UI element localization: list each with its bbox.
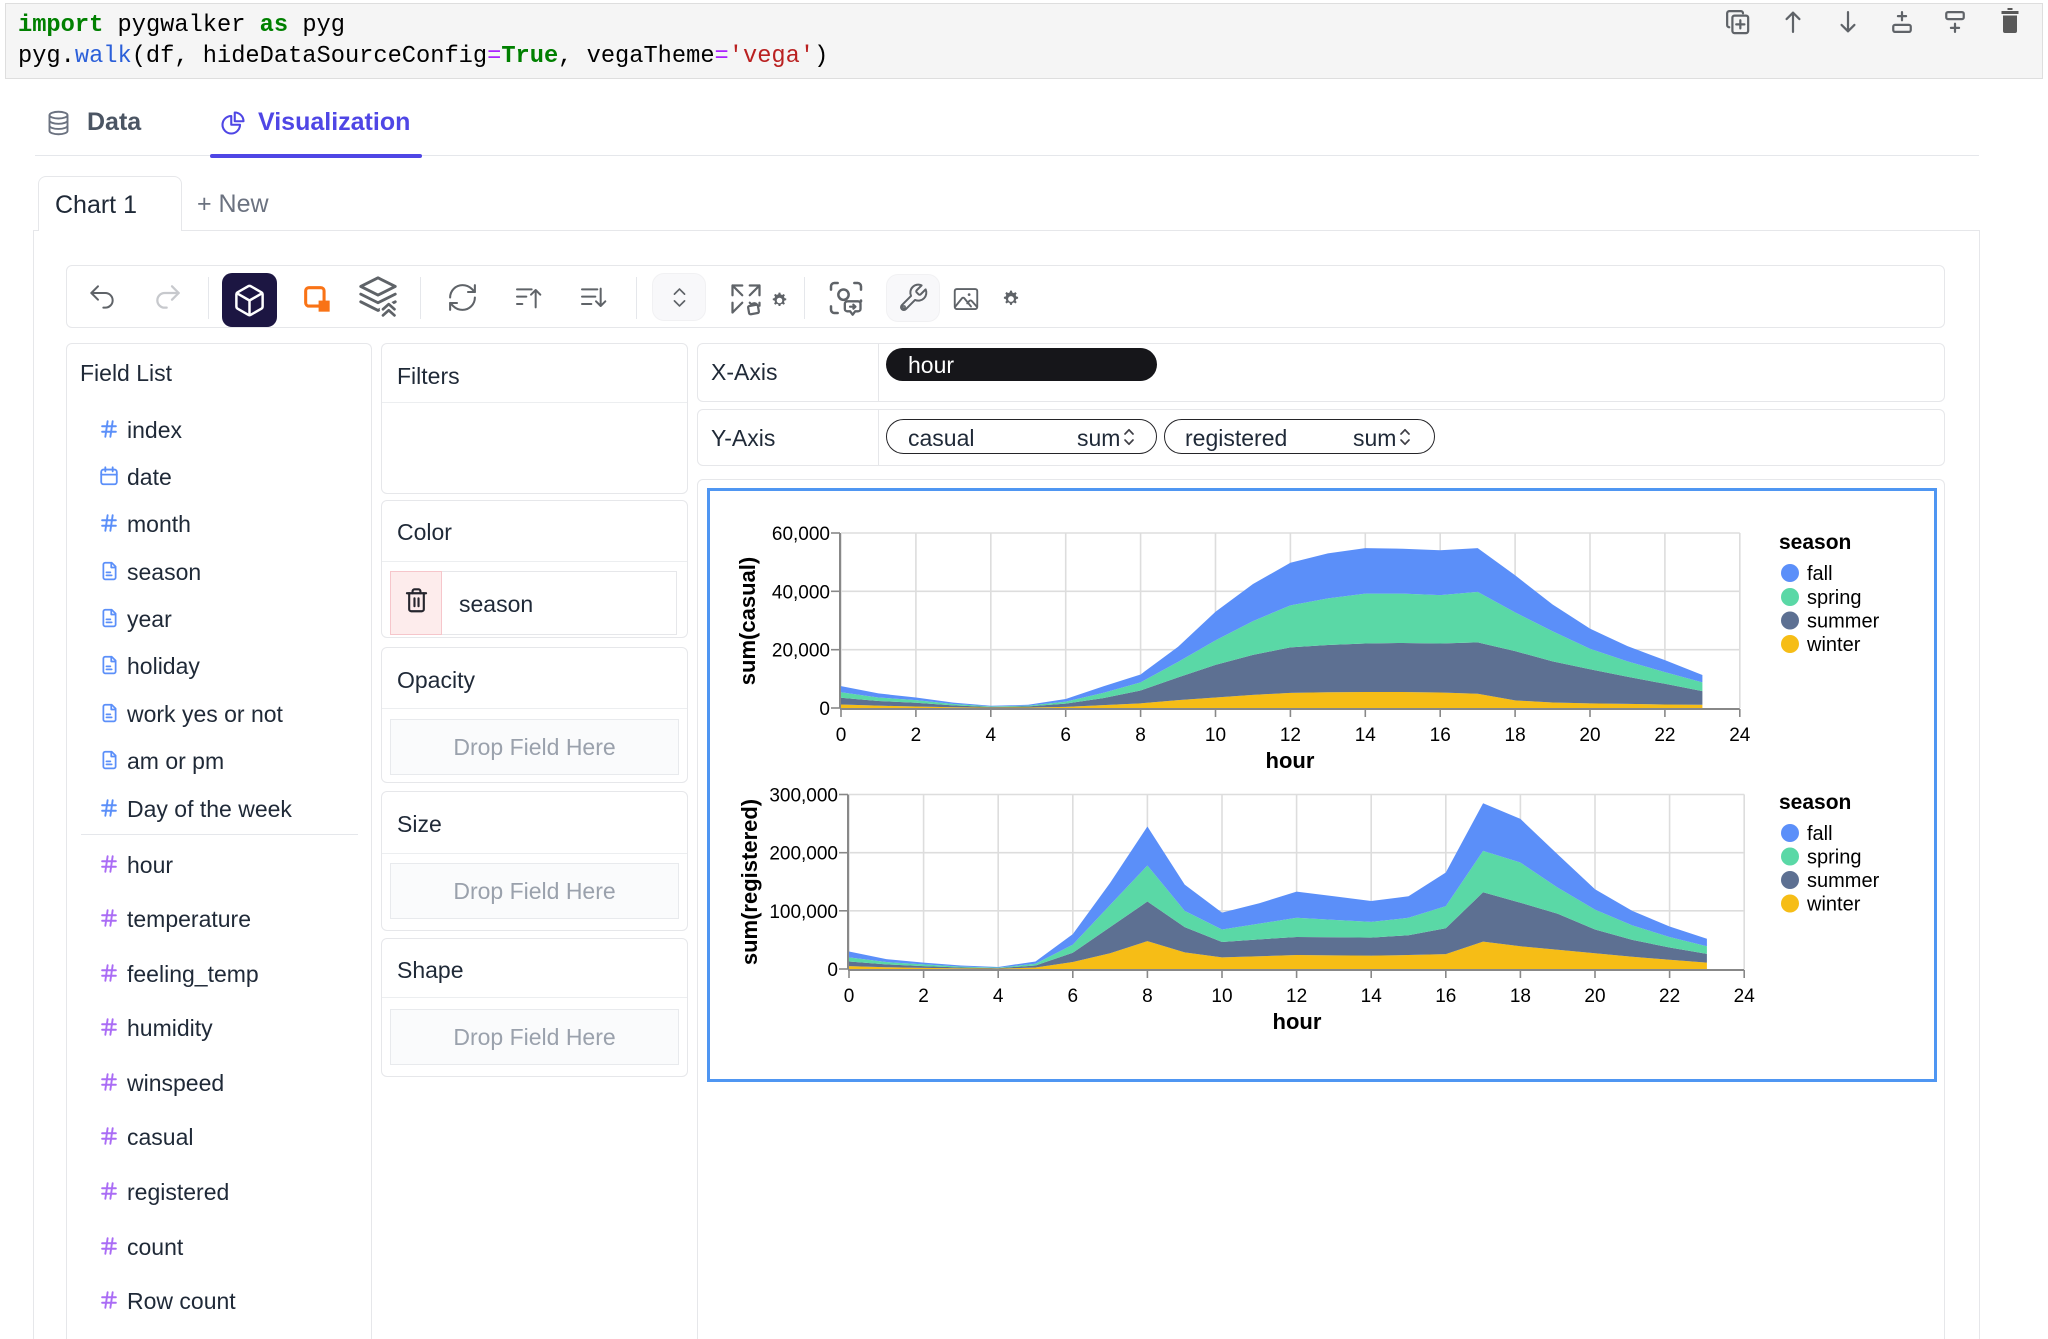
svg-text:10: 10 <box>1211 986 1232 1007</box>
svg-text:18: 18 <box>1505 725 1526 746</box>
svg-text:6: 6 <box>1060 725 1071 746</box>
svg-text:0: 0 <box>836 725 847 746</box>
svg-text:4: 4 <box>986 725 997 746</box>
svg-text:14: 14 <box>1355 725 1377 746</box>
svg-text:8: 8 <box>1142 986 1153 1007</box>
svg-text:season: season <box>1779 531 1851 554</box>
svg-text:fall: fall <box>1807 563 1833 585</box>
svg-text:20: 20 <box>1579 725 1600 746</box>
svg-text:8: 8 <box>1135 725 1146 746</box>
svg-text:0: 0 <box>819 699 830 720</box>
svg-text:22: 22 <box>1659 986 1680 1007</box>
svg-text:18: 18 <box>1510 986 1531 1007</box>
svg-text:12: 12 <box>1286 986 1307 1007</box>
svg-text:20: 20 <box>1584 986 1605 1007</box>
svg-text:sum(casual): sum(casual) <box>735 557 760 685</box>
svg-text:16: 16 <box>1430 725 1451 746</box>
svg-text:12: 12 <box>1280 725 1301 746</box>
svg-text:summer: summer <box>1807 870 1880 892</box>
svg-text:20,000: 20,000 <box>772 641 830 662</box>
svg-text:24: 24 <box>1729 725 1751 746</box>
svg-text:24: 24 <box>1734 986 1756 1007</box>
svg-text:season: season <box>1779 791 1851 814</box>
svg-text:4: 4 <box>993 986 1004 1007</box>
svg-text:winter: winter <box>1806 634 1861 656</box>
svg-text:22: 22 <box>1654 725 1675 746</box>
svg-text:sum(registered): sum(registered) <box>737 799 762 965</box>
svg-text:100,000: 100,000 <box>769 902 838 923</box>
svg-text:2: 2 <box>911 725 922 746</box>
svg-text:40,000: 40,000 <box>772 582 830 603</box>
svg-text:fall: fall <box>1807 823 1833 845</box>
svg-text:2: 2 <box>918 986 929 1007</box>
svg-text:60,000: 60,000 <box>772 524 830 545</box>
svg-text:hour: hour <box>1266 748 1315 773</box>
svg-text:16: 16 <box>1435 986 1456 1007</box>
svg-text:spring: spring <box>1807 587 1861 609</box>
svg-text:10: 10 <box>1205 725 1226 746</box>
svg-text:14: 14 <box>1361 986 1383 1007</box>
svg-text:200,000: 200,000 <box>769 844 838 865</box>
svg-text:0: 0 <box>827 960 838 981</box>
svg-text:hour: hour <box>1273 1009 1322 1034</box>
svg-text:spring: spring <box>1807 847 1861 869</box>
svg-text:winter: winter <box>1806 894 1861 916</box>
svg-text:6: 6 <box>1068 986 1079 1007</box>
svg-text:summer: summer <box>1807 611 1880 633</box>
svg-text:300,000: 300,000 <box>769 786 838 807</box>
svg-text:0: 0 <box>844 986 855 1007</box>
